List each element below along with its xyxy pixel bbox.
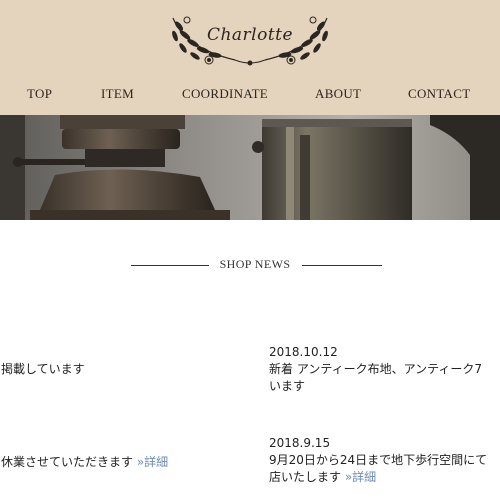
main-nav: TOP ITEM COORDINATE ABOUT CONTACT [0, 86, 500, 106]
hero-photo [0, 115, 500, 220]
news-text-continued: 店いたします [269, 470, 342, 484]
nav-item-about[interactable]: ABOUT [315, 86, 361, 102]
news-text: 9月20日から24日まで地下歩行空間にて [269, 453, 488, 467]
news-date: 2018.9.15 [269, 436, 331, 450]
news-date: 2018.10.12 [269, 345, 338, 359]
shop-news-heading: SHOP NEWS [0, 257, 500, 275]
detail-link[interactable]: »詳細 [137, 455, 168, 469]
news-text: 新着 アンティーク布地、アンティーク7 [269, 362, 483, 376]
nav-item-coordinate[interactable]: COORDINATE [182, 86, 268, 102]
news-text: 休業させていただきます [1, 455, 134, 469]
news-item-right-1: 2018.10.12 新着 アンティーク布地、アンティーク7 います [269, 344, 482, 395]
site-header: Charlotte TOP ITEM COORDINATE ABOUT CONT… [0, 0, 500, 115]
shop-news-title: SHOP NEWS [219, 257, 291, 271]
brand-name: Charlotte [206, 25, 294, 45]
news-item-left-1: 掲載しています [1, 361, 85, 378]
news-text-continued: います [269, 379, 306, 393]
nav-item-item[interactable]: ITEM [101, 86, 134, 102]
news-item-left-2: 休業させていただきます »詳細 [1, 454, 168, 471]
news-text: 掲載しています [1, 362, 85, 376]
detail-link[interactable]: »詳細 [345, 470, 376, 484]
news-item-right-2: 2018.9.15 9月20日から24日まで地下歩行空間にて 店いたします »詳… [269, 435, 487, 486]
brand-logo[interactable]: Charlotte [165, 8, 335, 70]
heading-divider-right [302, 265, 382, 266]
hero-image [0, 115, 500, 220]
heading-divider-left [131, 265, 209, 266]
nav-item-contact[interactable]: CONTACT [408, 86, 470, 102]
nav-item-top[interactable]: TOP [27, 86, 52, 102]
